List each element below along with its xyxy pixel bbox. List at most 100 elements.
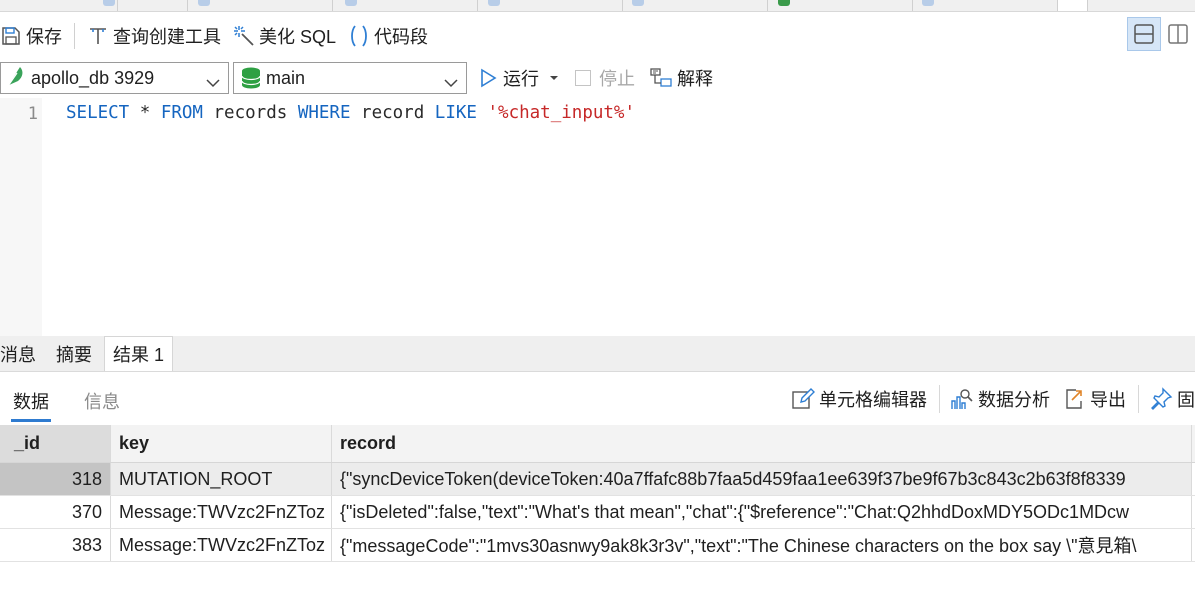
cell-key-value: Message:TWVzc2FnZToz: [119, 501, 326, 522]
result-tab-bar: 消息 摘要 结果 1: [0, 336, 1195, 372]
document-tab-strip: [0, 0, 1195, 12]
query-toolbar: 保存 查询创建工具 美化 SQL 代码段: [0, 12, 1195, 60]
cell-record-value: {"syncDeviceToken(deviceToken:40a7ffafc8…: [340, 468, 1126, 489]
split-horizontal-icon: [1134, 24, 1154, 44]
schema-select[interactable]: main: [233, 62, 467, 94]
cell-record[interactable]: {"syncDeviceToken(deviceToken:40a7ffafc8…: [332, 463, 1192, 495]
cell-id[interactable]: 318: [0, 463, 111, 495]
subtab-data-label: 数据: [13, 392, 49, 412]
save-button[interactable]: 保存: [0, 12, 68, 60]
caret-down-icon[interactable]: [549, 74, 559, 82]
code-snippet-label: 代码段: [374, 27, 429, 47]
stop-icon: [575, 70, 591, 86]
cell-record-value: {"isDeleted":false,"text":"What's that m…: [340, 501, 1130, 522]
tool-divider: [1138, 385, 1139, 413]
parentheses-icon: [348, 25, 370, 47]
tab-fragment[interactable]: [478, 0, 623, 11]
save-icon: [0, 25, 22, 47]
tab-result-1[interactable]: 结果 1: [104, 336, 174, 371]
run-button[interactable]: 运行: [479, 65, 559, 91]
cell-editor-label: 单元格编辑器: [819, 390, 927, 410]
cell-id[interactable]: 370: [0, 496, 111, 528]
sql-editor[interactable]: 1 SELECT * FROM records WHERE record LIK…: [0, 98, 1195, 336]
cell-key-value: MUTATION_ROOT: [119, 468, 273, 489]
explain-button[interactable]: 解释: [649, 65, 713, 91]
data-analysis-button[interactable]: 数据分析: [950, 386, 1050, 412]
subtab-info[interactable]: 信息: [84, 388, 120, 414]
sql-token-keyword: WHERE: [297, 103, 351, 123]
column-header-record[interactable]: record: [332, 425, 1192, 462]
tab-fragment[interactable]: [768, 0, 913, 11]
beautify-sql-label: 美化 SQL: [259, 27, 337, 47]
tab-fragment[interactable]: [913, 0, 1058, 11]
cell-record[interactable]: {"messageCode":"1mvs30asnwy9ak8k3r3v","t…: [332, 529, 1192, 561]
data-analysis-label: 数据分析: [978, 390, 1050, 410]
cell-id-value: 318: [71, 468, 102, 489]
line-number-gutter: 1: [0, 98, 42, 336]
sql-token-string: '%chat_input%': [487, 103, 636, 123]
pin-label: 固: [1177, 390, 1195, 410]
table-row[interactable]: 383 Message:TWVzc2FnZToz {"messageCode":…: [0, 529, 1195, 562]
play-icon: [479, 68, 497, 88]
code-snippet-button[interactable]: 代码段: [342, 12, 434, 60]
export-button[interactable]: 导出: [1062, 386, 1126, 412]
tab-fragment[interactable]: [118, 0, 188, 11]
code-area[interactable]: SELECT * FROM records WHERE record LIKE …: [42, 98, 1195, 336]
sql-token-identifier: record: [350, 103, 435, 123]
grid-header-row: _id key record: [0, 425, 1195, 463]
toolbar-divider: [74, 23, 75, 49]
tab-messages-label: 消息: [0, 345, 36, 365]
tab-fragment-active[interactable]: [1058, 0, 1088, 11]
tab-summary[interactable]: 摘要: [48, 337, 100, 371]
tab-fragment[interactable]: [333, 0, 478, 11]
sql-token-keyword: LIKE: [434, 103, 477, 123]
beautify-sql-button[interactable]: 美化 SQL: [227, 12, 342, 60]
cell-key[interactable]: Message:TWVzc2FnZToz: [111, 496, 332, 528]
tab-icon: [103, 0, 115, 6]
pin-icon: [1149, 387, 1173, 411]
table-row[interactable]: 318 MUTATION_ROOT {"syncDeviceToken(devi…: [0, 463, 1195, 496]
split-vertical-button[interactable]: [1161, 17, 1195, 51]
result-subbar: 数据 信息 单元格编辑器 数据分析 导出 固: [0, 372, 1195, 424]
sql-token-identifier: [477, 103, 488, 123]
column-header-id-label: _id: [14, 433, 41, 453]
split-horizontal-button[interactable]: [1127, 17, 1161, 51]
query-builder-button[interactable]: 查询创建工具: [81, 12, 227, 60]
query-builder-label: 查询创建工具: [113, 27, 221, 47]
sql-query-text[interactable]: SELECT * FROM records WHERE record LIKE …: [66, 102, 635, 124]
table-row[interactable]: 370 Message:TWVzc2FnZToz {"isDeleted":fa…: [0, 496, 1195, 529]
column-header-id[interactable]: _id: [0, 425, 111, 462]
sql-token-identifier: records: [202, 103, 298, 123]
stop-button[interactable]: 停止: [575, 65, 635, 91]
sql-token-keyword: SELECT: [66, 103, 130, 123]
cell-id-value: 383: [71, 534, 102, 555]
cell-record[interactable]: {"isDeleted":false,"text":"What's that m…: [332, 496, 1192, 528]
sql-token-identifier: *: [129, 103, 161, 123]
cell-record-value: {"messageCode":"1mvs30asnwy9ak8k3r3v","t…: [340, 536, 1137, 556]
save-label: 保存: [26, 27, 62, 47]
result-grid[interactable]: _id key record 318 MUTATION_ROOT {"syncD…: [0, 425, 1195, 562]
cell-key[interactable]: MUTATION_ROOT: [111, 463, 332, 495]
cell-key[interactable]: Message:TWVzc2FnZToz: [111, 529, 332, 561]
stop-label: 停止: [599, 69, 635, 89]
tab-fragment[interactable]: [188, 0, 333, 11]
sql-token-keyword: FROM: [160, 103, 203, 123]
layout-toggle: [1127, 17, 1195, 51]
subtab-data[interactable]: 数据: [11, 388, 51, 422]
tab-messages[interactable]: 消息: [0, 337, 44, 371]
cell-key-value: Message:TWVzc2FnZToz: [119, 534, 326, 555]
tab-fragment[interactable]: [623, 0, 768, 11]
cell-editor-button[interactable]: 单元格编辑器: [791, 386, 927, 412]
connection-toolbar: apollo_db 3929 main 运行 停止 解释: [0, 60, 1195, 96]
connection-name: apollo_db 3929: [31, 67, 155, 88]
column-header-key-label: key: [119, 433, 150, 453]
cell-id[interactable]: 383: [0, 529, 111, 561]
tab-result-1-label: 结果 1: [113, 345, 165, 365]
connection-select[interactable]: apollo_db 3929: [0, 62, 229, 94]
line-number: 1: [27, 104, 38, 124]
pin-button[interactable]: 固: [1149, 386, 1195, 412]
column-header-key[interactable]: key: [111, 425, 332, 462]
export-label: 导出: [1090, 390, 1126, 410]
result-tools: 单元格编辑器 数据分析 导出 固: [791, 384, 1195, 414]
tab-summary-label: 摘要: [56, 345, 92, 365]
